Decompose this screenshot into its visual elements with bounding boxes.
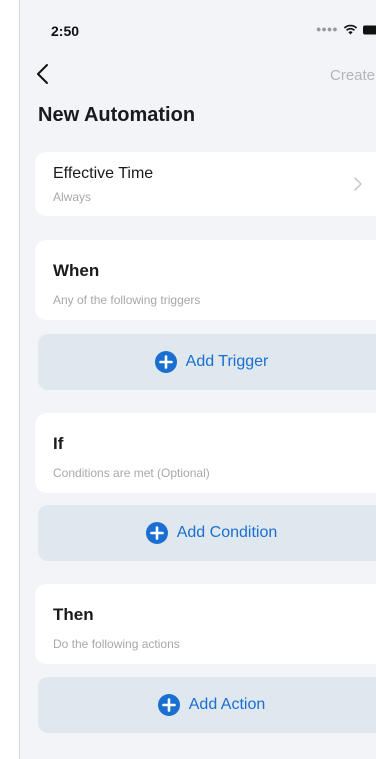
then-title: Then [53,605,94,624]
plus-circle-icon [154,351,177,373]
when-subtitle: Any of the following triggers [53,293,201,307]
add-trigger-button[interactable]: Add Trigger [38,334,376,390]
if-section-card: If Conditions are met (Optional) [35,413,376,493]
add-action-label: Add Action [188,696,266,713]
wifi-icon [343,24,357,35]
status-time: 2:50 [51,23,80,39]
chevron-right-icon [354,177,362,191]
when-section-card: When Any of the following triggers [35,240,376,320]
when-title: When [53,261,100,280]
status-bar: 2:50 ●●●● [20,0,376,44]
navigation-bar: Create [20,56,376,92]
page-title: New Automation [38,104,196,126]
battery-icon [362,25,376,34]
create-button[interactable]: Create [330,67,375,84]
if-title: If [53,434,64,453]
plus-circle-icon [145,522,168,544]
add-condition-label: Add Condition [176,524,278,541]
then-subtitle: Do the following actions [53,637,180,651]
add-trigger-label: Add Trigger [185,353,269,370]
plus-circle-icon [157,694,180,716]
add-condition-button[interactable]: Add Condition [38,505,376,561]
effective-time-row[interactable]: Effective Time Always [35,152,376,216]
effective-time-value: Always [53,190,92,204]
add-action-button[interactable]: Add Action [38,677,376,733]
signal-dots-icon: ●●●● [316,24,338,34]
effective-time-label: Effective Time [53,165,154,182]
then-section-card: Then Do the following actions [35,584,376,664]
chevron-left-icon[interactable] [34,60,54,88]
status-icons: ●●●● [316,24,376,35]
if-subtitle: Conditions are met (Optional) [53,466,210,480]
phone-screen: 2:50 ●●●● Create New Automation Effectiv… [19,0,376,759]
